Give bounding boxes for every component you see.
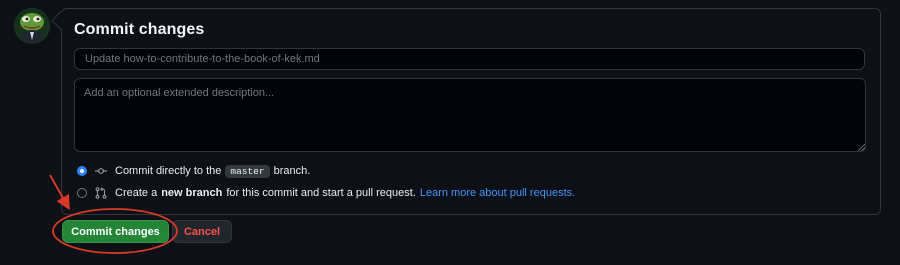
- option-new-branch[interactable]: Create a new branch for this commit and …: [77, 185, 575, 201]
- option-direct-prefix: Commit directly to the: [115, 165, 222, 177]
- radio-commit-directly[interactable]: [77, 166, 87, 176]
- cancel-button[interactable]: Cancel: [172, 220, 232, 243]
- option-new-branch-bold: new branch: [161, 187, 223, 199]
- git-commit-icon: [95, 165, 107, 177]
- commit-summary-input[interactable]: [74, 48, 865, 70]
- option-new-branch-prefix: Create a: [115, 187, 158, 199]
- option-commit-directly[interactable]: Commit directly to the master branch.: [77, 163, 310, 179]
- frog-avatar-icon: [14, 8, 50, 44]
- avatar: [14, 8, 50, 44]
- page-title: Commit changes: [74, 21, 205, 38]
- git-pull-request-icon: [95, 187, 107, 199]
- option-direct-suffix: branch.: [273, 165, 311, 177]
- learn-more-link[interactable]: Learn more about pull requests.: [420, 187, 575, 199]
- option-new-branch-suffix: for this commit and start a pull request…: [226, 187, 416, 199]
- branch-name-code: master: [225, 164, 270, 178]
- radio-new-branch[interactable]: [77, 188, 87, 198]
- commit-changes-button[interactable]: Commit changes: [62, 220, 169, 243]
- commit-description-textarea[interactable]: [74, 78, 866, 152]
- resize-grip-icon[interactable]: [858, 144, 865, 151]
